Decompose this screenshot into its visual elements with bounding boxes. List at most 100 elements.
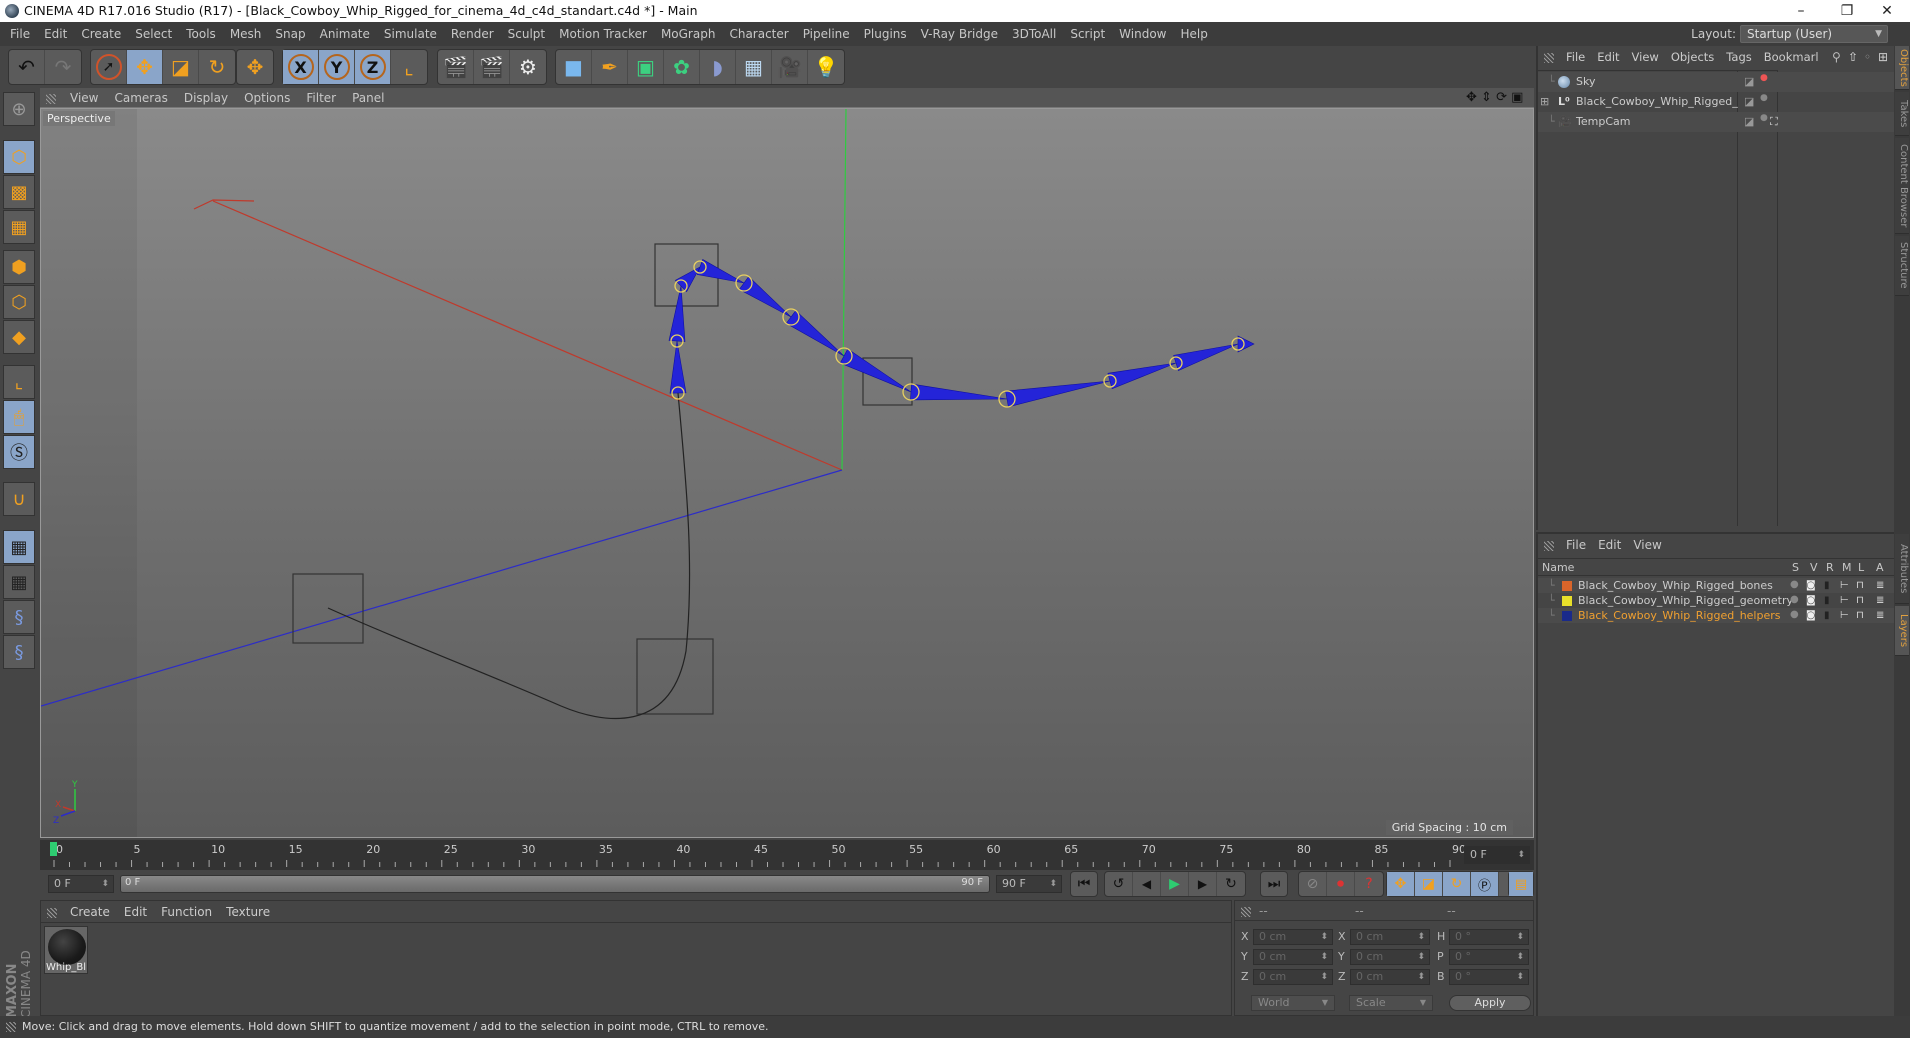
panel-grip-icon[interactable]: [46, 93, 56, 104]
col-locked[interactable]: L: [1858, 559, 1864, 577]
visible-eye-icon[interactable]: ◙: [1806, 593, 1816, 608]
col-animation[interactable]: A: [1876, 559, 1884, 577]
end-frame-field[interactable]: 90 F ⬍: [996, 875, 1062, 893]
timeline-ruler[interactable]: 0 5 10 15 20 25 30 35 40 45 50 55 60 65 70 75 80 85 90 0 F…: [40, 840, 1534, 870]
material-swatch[interactable]: Whip_Bl: [44, 926, 88, 974]
menu-pipeline[interactable]: Pipeline: [796, 22, 857, 46]
size-x-field[interactable]: 0 cm ⬍: [1350, 929, 1430, 945]
tweak-mode-icon[interactable]: 🖱: [3, 400, 35, 434]
camera-tag-icon[interactable]: ⛶: [1770, 112, 1778, 132]
scale-icon[interactable]: ◪: [163, 50, 199, 84]
lock-icon[interactable]: ⊓: [1856, 578, 1864, 593]
position-x-field[interactable]: 0 cm ⬍: [1253, 929, 1333, 945]
menu-animate[interactable]: Animate: [313, 22, 377, 46]
col-render[interactable]: R: [1826, 559, 1834, 577]
object-menu-file[interactable]: File: [1560, 46, 1591, 68]
eye-icon[interactable]: ◦: [1864, 46, 1871, 68]
workplane-mode-icon[interactable]: ▦: [3, 210, 35, 244]
viewport-perspective[interactable]: Perspective Grid Spacing : 10 cm Y X Z: [40, 108, 1534, 838]
col-name[interactable]: Name: [1542, 559, 1574, 577]
tab-layers[interactable]: Layers: [1895, 606, 1909, 656]
bone[interactable]: [839, 348, 912, 393]
redo-icon[interactable]: ↷: [45, 50, 81, 84]
rotation-p-field[interactable]: 0 ° ⬍: [1449, 949, 1529, 965]
points-mode-icon[interactable]: ⬢: [3, 250, 35, 284]
maximize-view-icon[interactable]: ▣: [1511, 90, 1523, 105]
visible-eye-icon[interactable]: ◙: [1806, 608, 1816, 623]
lock-icon[interactable]: ⊓: [1856, 593, 1864, 608]
menu-character[interactable]: Character: [722, 22, 795, 46]
python-script-icon[interactable]: §: [3, 600, 35, 634]
coordinate-mode-dropdown[interactable]: Scale ▼: [1349, 995, 1433, 1011]
dolly-icon[interactable]: ⇕: [1481, 90, 1492, 105]
visibility-toggle-icon[interactable]: ◪: [1744, 112, 1754, 132]
workplane-align-icon[interactable]: ▦: [3, 565, 35, 599]
pen-spline-icon[interactable]: ✒: [592, 50, 628, 84]
col-solo[interactable]: S: [1792, 559, 1799, 577]
col-manager[interactable]: M: [1842, 559, 1852, 577]
manager-icon[interactable]: ⊢: [1840, 593, 1849, 608]
z-axis-lock[interactable]: Z: [355, 50, 391, 84]
col-visible[interactable]: V: [1810, 559, 1818, 577]
render-clapper-icon[interactable]: ▮: [1824, 578, 1830, 593]
render-active-icon[interactable]: 🎬: [474, 50, 510, 84]
tab-objects[interactable]: Objects: [1895, 46, 1909, 90]
bone[interactable]: [668, 285, 686, 342]
floor-icon[interactable]: ▦: [736, 50, 772, 84]
solo-dot-icon[interactable]: ●: [1790, 577, 1799, 592]
next-frame-icon[interactable]: ▶: [1189, 872, 1217, 896]
key-scale-icon[interactable]: ◪: [1415, 872, 1443, 896]
animation-icon[interactable]: ≣: [1876, 608, 1884, 623]
undo-icon[interactable]: ↶: [9, 50, 45, 84]
menu-create[interactable]: Create: [74, 22, 128, 46]
position-z-field[interactable]: 0 cm ⬍: [1253, 969, 1333, 985]
editor-visibility-dot[interactable]: ●: [1760, 108, 1768, 128]
apply-button[interactable]: Apply: [1449, 995, 1531, 1011]
rotate-icon[interactable]: ↻: [199, 50, 235, 84]
menu-tools[interactable]: Tools: [179, 22, 223, 46]
object-menu-bookmarks[interactable]: Bookmarl: [1758, 46, 1825, 68]
viewport-menu-display[interactable]: Display: [176, 88, 236, 108]
go-to-end-icon[interactable]: ⏭: [1261, 872, 1287, 896]
pan-icon[interactable]: ✥: [1466, 90, 1477, 105]
menu-help[interactable]: Help: [1173, 22, 1214, 46]
menu-mograph[interactable]: MoGraph: [654, 22, 723, 46]
animation-icon[interactable]: ≣: [1876, 593, 1884, 608]
rotation-h-field[interactable]: 0 ° ⬍: [1449, 929, 1529, 945]
coordinate-system-icon[interactable]: ⌞: [391, 50, 427, 84]
layer-row[interactable]: └ Black_Cowboy_Whip_Rigged_bones ● ◙ ▮ ⊢ ⊓ ≣: [1538, 578, 1894, 593]
tab-attributes[interactable]: Attributes: [1895, 534, 1909, 604]
menu-plugins[interactable]: Plugins: [857, 22, 914, 46]
manager-icon[interactable]: ⊢: [1840, 578, 1849, 593]
autokey-help-icon[interactable]: ?: [1355, 872, 1383, 896]
visible-eye-icon[interactable]: ◙: [1806, 578, 1816, 593]
bone[interactable]: [1107, 362, 1177, 390]
record-active-icon[interactable]: ⏺: [1327, 872, 1355, 896]
key-rotation-icon[interactable]: ↻: [1443, 872, 1471, 896]
key-position-icon[interactable]: ✥: [1387, 872, 1415, 896]
animation-icon[interactable]: ≣: [1876, 578, 1884, 593]
workplane-lock-icon[interactable]: ▦: [3, 530, 35, 564]
bone[interactable]: [1173, 343, 1239, 372]
panel-grip-icon[interactable]: [1544, 540, 1554, 551]
menu-window[interactable]: Window: [1112, 22, 1173, 46]
bone[interactable]: [674, 266, 701, 293]
lock-icon[interactable]: ⊓: [1856, 608, 1864, 623]
viewport-menu-cameras[interactable]: Cameras: [106, 88, 175, 108]
bone[interactable]: [669, 340, 687, 394]
key-param-icon[interactable]: Ⓟ: [1471, 872, 1499, 896]
x-axis-lock[interactable]: X: [283, 50, 319, 84]
layout-dropdown[interactable]: Startup (User) ▼: [1740, 25, 1888, 43]
tab-takes[interactable]: Takes: [1895, 92, 1909, 136]
range-slider[interactable]: 0 F 90 F: [120, 875, 990, 893]
solo-dot-icon[interactable]: ●: [1790, 592, 1799, 607]
prev-key-icon[interactable]: ↺: [1105, 872, 1133, 896]
rotation-b-field[interactable]: 0 ° ⬍: [1449, 969, 1529, 985]
texture-mode-icon[interactable]: ▩: [3, 175, 35, 209]
axis-mode-icon[interactable]: ⌞: [3, 365, 35, 399]
menu-script[interactable]: Script: [1063, 22, 1112, 46]
camera-icon[interactable]: 🎥: [772, 50, 808, 84]
select-icon[interactable]: ➚: [91, 50, 127, 84]
editor-visibility-dot[interactable]: ●: [1760, 88, 1768, 108]
subdivision-icon[interactable]: ▣: [628, 50, 664, 84]
